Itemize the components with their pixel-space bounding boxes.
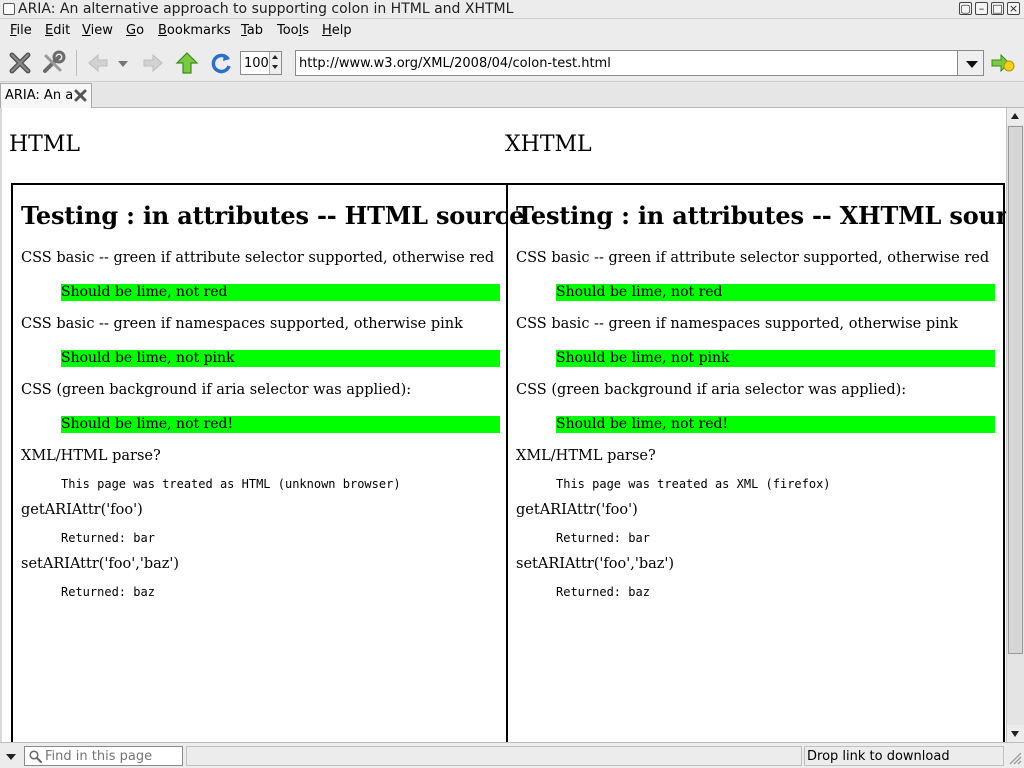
scroll-thumb[interactable] (1008, 126, 1023, 654)
get-attr-label: getARIAttr('foo') (21, 502, 143, 518)
window-title: ARIA: An alternative approach to support… (18, 1, 514, 17)
set-attr-label: setARIAttr('foo','baz') (516, 556, 675, 572)
tab-aria[interactable]: ARIA: An a (0, 83, 92, 108)
css-aria-result: Should be lime, not red! (556, 416, 995, 433)
css-namespace-result: Should be lime, not pink (61, 350, 500, 367)
css-namespace-result: Should be lime, not pink (556, 350, 995, 367)
frame-title: Testing : in attributes -- HTML source (21, 201, 525, 230)
menu-tools[interactable]: Tools (277, 19, 309, 42)
maximize-button[interactable]: □ (991, 2, 1004, 15)
parse-result: This page was treated as HTML (unknown b… (61, 477, 401, 491)
zoom-spinbox[interactable] (240, 51, 282, 75)
xhtml-test-frame: Testing : in attributes -- XHTML source … (508, 185, 1006, 742)
css-attribute-label: CSS basic -- green if attribute selector… (516, 250, 990, 266)
tab-strip: ARIA: An a (0, 82, 1024, 108)
back-history-icon[interactable] (117, 59, 129, 69)
menu-bar: File Edit View Go Bookmarks Tab Tools He… (0, 19, 1024, 42)
parse-label: XML/HTML parse? (21, 448, 161, 464)
go-icon[interactable] (990, 50, 1016, 76)
menu-tab[interactable]: Tab (241, 19, 263, 42)
css-aria-result: Should be lime, not red! (61, 416, 500, 433)
search-icon (29, 750, 42, 763)
address-bar[interactable] (295, 50, 958, 76)
menu-bookmarks[interactable]: Bookmarks (158, 19, 231, 42)
chevron-down-icon (6, 754, 16, 760)
css-attribute-result: Should be lime, not red (61, 284, 500, 301)
toolbar-separator (76, 50, 77, 76)
up-icon[interactable] (174, 50, 200, 76)
menu-go[interactable]: Go (126, 19, 144, 42)
forward-icon[interactable] (140, 50, 166, 76)
parse-result: This page was treated as XML (firefox) (556, 477, 831, 491)
close-tab-icon[interactable] (74, 89, 87, 102)
css-aria-label: CSS (green background if aria selector w… (516, 382, 907, 398)
set-attr-result: Returned: baz (61, 585, 155, 599)
arrow-down-icon (1011, 731, 1019, 737)
menu-view[interactable]: View (82, 19, 113, 42)
css-namespace-label: CSS basic -- green if namespaces support… (21, 316, 463, 332)
page-content: HTML XHTML Testing : in attributes -- HT… (0, 108, 1006, 742)
find-box[interactable] (24, 746, 183, 766)
back-icon[interactable] (85, 50, 111, 76)
get-attr-result: Returned: bar (61, 531, 155, 545)
find-input[interactable] (45, 749, 179, 764)
shade-button[interactable]: ▢ (959, 2, 972, 15)
css-namespace-label: CSS basic -- green if namespaces support… (516, 316, 958, 332)
app-icon[interactable] (3, 3, 15, 15)
minimize-button[interactable]: – (975, 2, 988, 15)
menu-edit[interactable]: Edit (45, 19, 70, 42)
frame-title: Testing : in attributes -- XHTML source (516, 201, 1006, 230)
css-attribute-label: CSS basic -- green if attribute selector… (21, 250, 495, 266)
find-bar-toggle[interactable] (2, 746, 20, 766)
resize-grip-icon[interactable] (1006, 749, 1022, 765)
get-attr-label: getARIAttr('foo') (516, 502, 638, 518)
css-attribute-result: Should be lime, not red (556, 284, 995, 301)
set-attr-label: setARIAttr('foo','baz') (21, 556, 180, 572)
arrow-up-icon (1011, 113, 1019, 119)
url-input[interactable] (299, 55, 949, 72)
scroll-down-button[interactable] (1007, 725, 1024, 742)
preferences-icon[interactable] (40, 50, 66, 76)
column-heading-html: HTML (9, 132, 80, 157)
column-heading-xhtml: XHTML (505, 132, 592, 157)
stop-icon[interactable] (7, 50, 33, 76)
zoom-spinner[interactable] (269, 52, 281, 74)
parse-label: XML/HTML parse? (516, 448, 656, 464)
menu-help[interactable]: Help (322, 19, 352, 42)
url-history-dropdown[interactable] (957, 50, 984, 76)
vertical-scrollbar[interactable] (1006, 108, 1024, 742)
status-panel (186, 746, 802, 766)
css-aria-label: CSS (green background if aria selector w… (21, 382, 412, 398)
tab-label: ARIA: An a (5, 88, 73, 103)
scroll-up-button[interactable] (1007, 108, 1024, 125)
close-window-button[interactable]: × (1007, 2, 1020, 15)
window-title-bar[interactable]: ARIA: An alternative approach to support… (0, 0, 1024, 19)
zoom-input[interactable] (244, 55, 270, 71)
navigation-toolbar (0, 42, 1024, 82)
html-test-frame: Testing : in attributes -- HTML source C… (13, 185, 524, 742)
reload-icon[interactable] (208, 50, 234, 76)
chevron-down-icon (966, 61, 978, 68)
menu-file[interactable]: File (10, 19, 32, 42)
status-bar: Drop link to download (0, 742, 1024, 768)
test-frames: Testing : in attributes -- HTML source C… (11, 183, 1006, 742)
set-attr-result: Returned: baz (556, 585, 650, 599)
status-text: Drop link to download (804, 746, 1004, 766)
get-attr-result: Returned: bar (556, 531, 650, 545)
